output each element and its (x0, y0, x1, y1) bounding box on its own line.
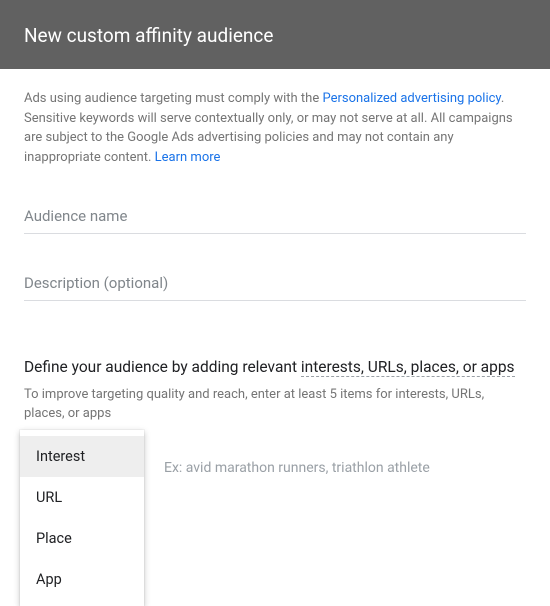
dialog-header: New custom affinity audience (0, 0, 550, 69)
audience-name-field (24, 201, 526, 234)
description-input[interactable] (24, 268, 526, 301)
disclaimer-text: Ads using audience targeting must comply… (24, 91, 322, 106)
learn-more-link[interactable]: Learn more (155, 150, 221, 165)
dropdown-item-place[interactable]: Place (20, 518, 144, 559)
description-field (24, 268, 526, 301)
dialog-title: New custom affinity audience (24, 24, 273, 47)
dropdown-item-url[interactable]: URL (20, 477, 144, 518)
audience-name-input[interactable] (24, 201, 526, 234)
type-dropdown[interactable]: Interest URL Place App (20, 430, 144, 606)
policy-link[interactable]: Personalized advertising policy (322, 91, 500, 106)
items-input[interactable] (164, 454, 526, 482)
dotted-hint[interactable]: interests, URLs, places, or apps (301, 358, 515, 377)
section-title: Define your audience by adding relevant … (24, 357, 526, 379)
policy-disclaimer: Ads using audience targeting must comply… (24, 89, 526, 167)
dialog-content: Ads using audience targeting must comply… (0, 69, 550, 482)
dropdown-item-interest[interactable]: Interest (20, 436, 144, 477)
dropdown-item-app[interactable]: App (20, 559, 144, 600)
section-subtitle: To improve targeting quality and reach, … (24, 385, 526, 424)
